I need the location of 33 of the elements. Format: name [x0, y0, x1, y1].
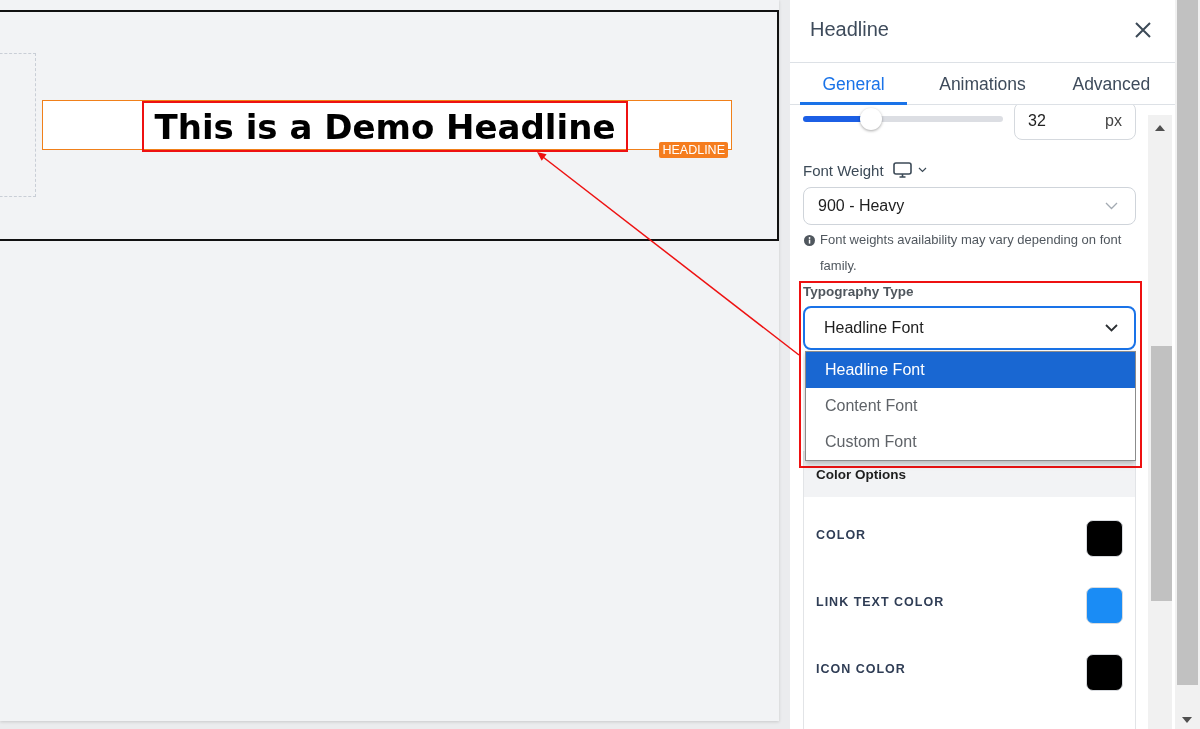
- monitor-icon[interactable]: [892, 162, 912, 178]
- color-swatch[interactable]: [1086, 587, 1123, 624]
- field-label: Font Weight: [803, 161, 884, 179]
- close-icon[interactable]: [1135, 21, 1151, 38]
- unit-label: px: [1105, 112, 1122, 130]
- slider-handle[interactable]: [860, 108, 882, 130]
- tab[interactable]: Advanced: [1050, 63, 1173, 105]
- field-label: Typography Type: [803, 283, 915, 301]
- color-swatch[interactable]: [1086, 654, 1123, 691]
- dropdown-option[interactable]: Content Font: [806, 388, 1135, 424]
- tab[interactable]: General: [800, 63, 907, 105]
- scrollbar-thumb[interactable]: [1177, 0, 1198, 685]
- panel-title: Headline: [810, 18, 889, 41]
- color-label: ICON COLOR: [816, 662, 906, 676]
- scroll-up-icon[interactable]: [1155, 125, 1165, 131]
- chevron-down-icon[interactable]: [917, 167, 927, 173]
- block-type-label: HEADLINE: [659, 142, 728, 158]
- help-text: Font weights availability may vary depending on font family.: [820, 231, 1123, 275]
- scrollbar-thumb[interactable]: [1151, 346, 1172, 601]
- scroll-down-icon[interactable]: [1182, 717, 1192, 723]
- scrollbar[interactable]: [1175, 0, 1200, 729]
- scrollbar[interactable]: [1148, 115, 1172, 729]
- typography-select[interactable]: Headline Font: [803, 306, 1136, 350]
- color-swatch[interactable]: [1086, 520, 1123, 557]
- dropdown-option[interactable]: Headline Font: [806, 352, 1135, 388]
- font-weight-select[interactable]: 900 - Heavy: [803, 187, 1136, 225]
- color-label: COLOR: [816, 528, 867, 542]
- chevron-down-icon: [1105, 324, 1118, 332]
- info-icon: [804, 234, 815, 246]
- headline-text: This is a Demo Headline: [154, 107, 616, 147]
- chevron-down-icon: [1105, 202, 1118, 210]
- tab[interactable]: Animations: [917, 63, 1048, 105]
- color-label: LINK TEXT COLOR: [816, 595, 945, 609]
